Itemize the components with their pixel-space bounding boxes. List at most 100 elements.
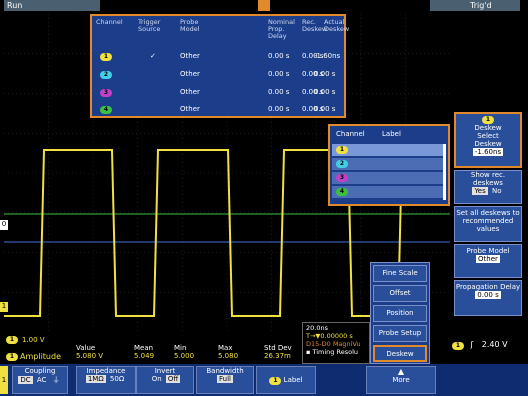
ch1-badge: 1	[6, 353, 18, 361]
measure-stddev: 26.37m	[264, 352, 291, 360]
scrollbar[interactable]	[443, 144, 446, 200]
position-item[interactable]: Position	[373, 305, 427, 322]
probe-model: Other	[180, 70, 200, 78]
show-rec-label: Show rec. deskews	[470, 171, 506, 187]
ac-option[interactable]: AC	[35, 376, 49, 384]
col-actual: Actual Deskew	[324, 18, 350, 33]
side-menu: 1 Deskew Select Deskew -1.60ns Show rec.…	[452, 112, 526, 318]
no-option[interactable]: No	[490, 187, 504, 195]
ch2-badge: 2	[336, 160, 348, 168]
probe-model-label: Probe Model	[466, 247, 510, 255]
probe-model-button[interactable]: Probe Model Other	[454, 244, 522, 278]
label-row-1[interactable]: 1	[332, 144, 446, 157]
chevron-up-icon: ▲	[397, 367, 405, 376]
table-row: 2 Other 0.00 s 0.00 s 0.00 s	[92, 70, 344, 86]
ch1-badge: 1	[452, 342, 464, 350]
time-position: T→▼0.00000 s	[306, 332, 353, 340]
label-button-text: Label	[283, 376, 303, 384]
timing-resolution: ▪ Timing Resolu	[306, 348, 359, 356]
deskew-title: Deskew	[474, 124, 502, 132]
ch4-badge: 4	[100, 106, 112, 114]
yes-option[interactable]: Yes	[472, 187, 488, 195]
probe-model: Other	[180, 105, 200, 113]
header-mean: Mean	[134, 344, 154, 352]
time-scale: 20.0ns	[306, 324, 328, 332]
col-nominal: Nominal Prop. Delay	[268, 18, 295, 40]
impedance-label: Impedance	[86, 367, 126, 375]
deskew-value: -1.60ns	[472, 148, 504, 156]
bottom-menu: 1 Coupling DC AC ⏚ Impedance 1MΩ 50Ω Inv…	[0, 364, 528, 396]
ch1-badge: 1	[482, 116, 494, 124]
magnivu-label: D15-D0 MagniVu	[306, 340, 361, 348]
ch4-badge: 4	[336, 188, 348, 196]
impedance-button[interactable]: Impedance 1MΩ 50Ω	[76, 366, 136, 394]
measure-max: 5.080	[218, 352, 239, 360]
propagation-delay-button[interactable]: Propagation Delay 0.00 s	[454, 280, 522, 316]
run-status: Run	[4, 0, 100, 11]
label-button[interactable]: 1 Label	[256, 366, 316, 394]
prop-delay-label: Propagation Delay	[455, 283, 521, 291]
more-button[interactable]: ▲ More	[366, 366, 436, 394]
label-panel: Channel Label 1 2 3 4	[328, 124, 450, 206]
label-col-label: Label	[382, 130, 401, 138]
deskew-table: Channel Trigger Source Probe Model Nomin…	[90, 14, 350, 121]
trigger-position-marker[interactable]	[258, 0, 270, 11]
table-row: 4 Other 0.00 s 0.00 s 0.00 s	[92, 105, 344, 121]
off-option[interactable]: Off	[165, 375, 181, 383]
table-row: 3 Other 0.00 s 0.00 s 0.00 s	[92, 88, 344, 104]
label-row-3[interactable]: 3	[332, 172, 446, 185]
on-option[interactable]: On	[150, 375, 164, 383]
ch1-menu-tab: 1	[0, 366, 8, 394]
actual-deskew: 0.00 s	[314, 105, 336, 113]
col-rec: Rec. Deskew	[302, 18, 328, 33]
col-trigger: Trigger Source	[138, 18, 161, 33]
invert-label: Invert	[154, 367, 176, 375]
50ohm-option[interactable]: 50Ω	[108, 375, 126, 383]
prop-delay-value: 0.00 s	[475, 291, 501, 299]
table-row: 1 ✓ Other 0.00 s 0.00 s -1.60ns	[92, 52, 344, 68]
show-rec-deskews-button[interactable]: Show rec. deskews Yes No	[454, 170, 522, 204]
bandwidth-value: Full	[217, 375, 233, 383]
col-probe: Probe Model	[180, 18, 200, 33]
invert-button[interactable]: Invert On Off	[136, 366, 194, 394]
trigger-readout[interactable]: 1 ʃ 2.40 V	[452, 340, 524, 354]
ch1-scale: 1.00 V	[22, 336, 45, 344]
header-stddev: Std Dev	[264, 344, 292, 352]
1mohm-option[interactable]: 1MΩ	[85, 375, 106, 383]
deskew-item[interactable]: Deskew	[373, 345, 427, 362]
coupling-label: Coupling	[24, 367, 56, 375]
trigger-slope-icon: ʃ	[470, 340, 474, 349]
set-all-deskews-button[interactable]: Set all deskews to recommended values	[454, 206, 522, 242]
measure-value: 5.080 V	[76, 352, 104, 360]
ref-marker: 0	[0, 220, 8, 230]
bandwidth-button[interactable]: Bandwidth Full	[196, 366, 254, 394]
trigger-check: ✓	[150, 52, 156, 60]
status-bar: Run Trig'd	[0, 0, 528, 12]
header-value: Value	[76, 344, 96, 352]
dc-option[interactable]: DC	[18, 376, 33, 384]
coupling-button[interactable]: Coupling DC AC ⏚	[12, 366, 68, 394]
actual-deskew: -1.60ns	[314, 52, 341, 60]
nominal-delay: 0.00 s	[268, 105, 290, 113]
header-min: Min	[174, 344, 187, 352]
bandwidth-label: Bandwidth	[206, 367, 244, 375]
vertical-popup-menu: Fine Scale Offset Position Probe Setup D…	[370, 262, 430, 364]
ch1-ground-marker[interactable]: 1	[0, 302, 8, 312]
ground-option[interactable]: ⏚	[51, 375, 62, 385]
deskew-select-button[interactable]: 1 Deskew Select Deskew -1.60ns	[454, 112, 522, 168]
label-col-channel: Channel	[336, 130, 365, 138]
col-channel: Channel	[96, 18, 123, 26]
label-row-4[interactable]: 4	[332, 186, 446, 199]
probe-setup-item[interactable]: Probe Setup	[373, 325, 427, 342]
label-row-2[interactable]: 2	[332, 158, 446, 171]
trigger-status: Trig'd	[430, 0, 520, 11]
fine-scale-item[interactable]: Fine Scale	[373, 265, 427, 282]
ch3-badge: 3	[336, 174, 348, 182]
timebase-readout[interactable]: 20.0ns T→▼0.00000 s D15-D0 MagniVu ▪ Tim…	[302, 322, 370, 364]
ch2-badge: 2	[100, 71, 112, 79]
nominal-delay: 0.00 s	[268, 70, 290, 78]
ch1-badge: 1	[269, 377, 282, 385]
more-label: More	[392, 376, 410, 384]
measurement-readout: 1 1.00 V Value Mean Min Max Std Dev 1 Am…	[4, 332, 302, 364]
offset-item[interactable]: Offset	[373, 285, 427, 302]
